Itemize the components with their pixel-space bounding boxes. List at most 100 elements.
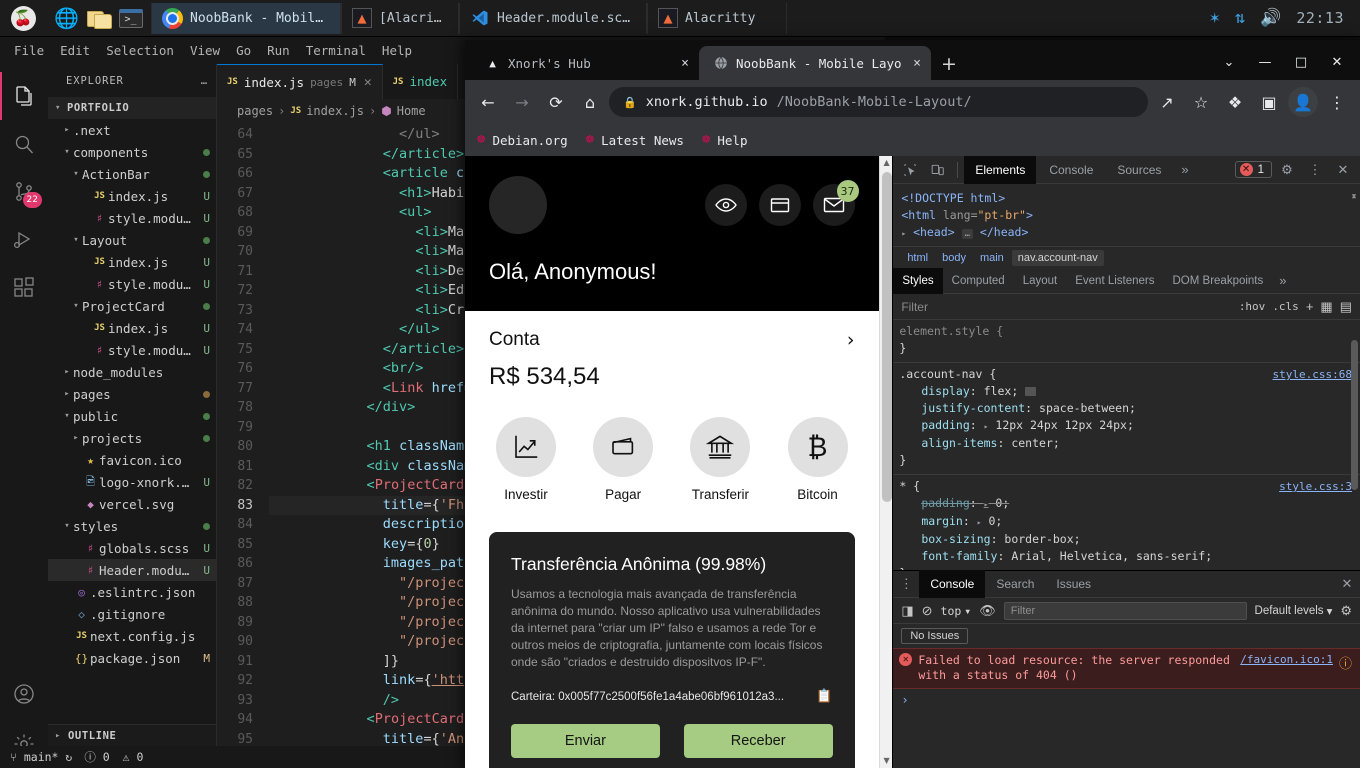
chrome-tab-noobbank[interactable]: NoobBank - Mobile Layo × bbox=[699, 46, 931, 80]
style-rule[interactable]: * {style.css:3 padding: ▸ 0; margin: ▸ 0; b… bbox=[893, 475, 1360, 570]
menu-view[interactable]: View bbox=[190, 43, 220, 58]
css-declaration[interactable]: align-items: center; bbox=[899, 435, 1352, 452]
breadcrumb-symbol[interactable]: Home bbox=[397, 104, 426, 118]
tree-item[interactable]: ▸ .next bbox=[48, 119, 216, 141]
maximize-button[interactable]: □ bbox=[1284, 55, 1318, 70]
tree-item[interactable]: ▾ styles bbox=[48, 515, 216, 537]
new-style-rule-icon[interactable]: + bbox=[1306, 299, 1314, 314]
panel-tab-styles[interactable]: Styles bbox=[893, 267, 943, 294]
bookmark-latest-news[interactable]: ☸ Latest News bbox=[586, 133, 684, 148]
dom-tree[interactable]: <!DOCTYPE html> <html lang="pt-br"> ▸ <hea… bbox=[893, 184, 1360, 246]
send-button[interactable]: Enviar bbox=[511, 724, 660, 759]
close-button[interactable]: ✕ bbox=[1320, 55, 1354, 70]
drawer-tab-issues[interactable]: Issues bbox=[1045, 570, 1102, 598]
dom-line[interactable]: <!DOCTYPE html> bbox=[901, 190, 1360, 207]
panel-tab-dom-breakpoints[interactable]: DOM Breakpoints bbox=[1164, 268, 1273, 294]
error-count-badge[interactable]: ✕ 1 bbox=[1234, 161, 1272, 178]
toggle-balance-button[interactable] bbox=[704, 184, 747, 226]
activitybar-item-run-debug[interactable] bbox=[0, 216, 48, 264]
messages-button[interactable]: 37 bbox=[812, 180, 859, 226]
dom-line[interactable]: <html lang="pt-br"> bbox=[901, 207, 1360, 224]
rule-selector[interactable]: element.style { bbox=[899, 323, 1003, 340]
console-prompt[interactable]: › bbox=[893, 689, 1360, 711]
tree-item[interactable]: ♯ globals.scss U bbox=[48, 537, 216, 559]
reload-button[interactable]: ⟳ bbox=[541, 87, 571, 117]
chevron-right-icon[interactable]: › bbox=[847, 329, 855, 351]
tree-item[interactable]: ▾ ProjectCard bbox=[48, 295, 216, 317]
close-icon[interactable]: ✕ bbox=[1330, 158, 1356, 182]
devtools-tab-console[interactable]: Console bbox=[1038, 156, 1104, 184]
extensions-icon[interactable]: ❖ bbox=[1220, 87, 1250, 117]
breadcrumb-file[interactable]: index.js bbox=[306, 104, 364, 118]
scroll-up-arrow-icon[interactable]: ▲ bbox=[880, 156, 894, 170]
console-context-selector[interactable]: top ▾ bbox=[941, 604, 972, 618]
menu-file[interactable]: File bbox=[14, 43, 44, 58]
tree-item[interactable]: {} package.json M bbox=[48, 647, 216, 669]
drawer-tab-search[interactable]: Search bbox=[985, 570, 1045, 598]
quick-action-transferir[interactable]: Transferir bbox=[683, 417, 757, 502]
breadcrumb-main[interactable]: main bbox=[974, 250, 1010, 266]
element-state-icon[interactable]: ▦ bbox=[1320, 299, 1332, 315]
tree-item[interactable]: ♯ style.modu… U bbox=[48, 273, 216, 295]
panel-tab-layout[interactable]: Layout bbox=[1014, 268, 1067, 294]
quick-action-bitcoin[interactable]: ₿ Bitcoin bbox=[781, 417, 855, 502]
console-error-row[interactable]: ✕ Failed to load resource: the server re… bbox=[893, 648, 1360, 689]
tree-item[interactable]: ▾ Layout bbox=[48, 229, 216, 251]
taskbar-window-noobbank[interactable]: NoobBank - Mobile … bbox=[151, 2, 341, 34]
tree-item[interactable]: ◆ vercel.svg bbox=[48, 493, 216, 515]
css-declaration[interactable]: font-family: Arial, Helvetica, sans-seri… bbox=[899, 548, 1352, 565]
panel-tab-event-listeners[interactable]: Event Listeners bbox=[1066, 268, 1163, 294]
tree-item[interactable]: JS index.js U bbox=[48, 185, 216, 207]
side-panel-icon[interactable]: ▣ bbox=[1254, 87, 1284, 117]
tree-item[interactable]: ▸ projects bbox=[48, 427, 216, 449]
cards-button[interactable] bbox=[758, 184, 801, 226]
sidebar-more-actions[interactable]: … bbox=[201, 75, 208, 87]
breadcrumb-body[interactable]: body bbox=[936, 250, 972, 266]
css-declaration[interactable]: justify-content: space-between; bbox=[899, 400, 1352, 417]
tree-item[interactable]: ♯ Header.modu… U bbox=[48, 559, 216, 581]
console-levels-dropdown[interactable]: Default levels ▾ bbox=[1255, 604, 1333, 618]
close-icon[interactable]: ✕ bbox=[1334, 572, 1360, 596]
css-declaration[interactable]: padding: ▸ 0; bbox=[899, 495, 1352, 513]
tab-search-icon[interactable]: ⌄ bbox=[1212, 55, 1246, 70]
home-button[interactable]: ⌂ bbox=[575, 87, 605, 117]
bookmark-help[interactable]: ☸ Help bbox=[702, 133, 748, 148]
devtools-tab-sources[interactable]: Sources bbox=[1106, 156, 1172, 184]
rule-origin[interactable]: style.css:68 bbox=[1273, 366, 1352, 383]
chrome-tab-close-icon[interactable]: × bbox=[681, 56, 689, 71]
activitybar-item-accounts[interactable] bbox=[0, 672, 48, 720]
activitybar-item-source-control[interactable]: 22 bbox=[0, 168, 48, 216]
status-problems[interactable]: ⓘ 0 ⚠ 0 bbox=[84, 749, 143, 765]
app-launcher-button[interactable]: 🍒 bbox=[0, 5, 46, 31]
share-icon[interactable]: ↗ bbox=[1152, 87, 1182, 117]
chrome-tab-close-icon[interactable]: × bbox=[913, 56, 921, 71]
tree-item[interactable]: ▾ public bbox=[48, 405, 216, 427]
tree-item[interactable]: ◎ .eslintrc.json bbox=[48, 581, 216, 603]
menu-go[interactable]: Go bbox=[236, 43, 251, 58]
style-rule[interactable]: .account-nav {style.css:68 display: flex;… bbox=[893, 363, 1360, 475]
tree-item[interactable]: ▸ pages bbox=[48, 383, 216, 405]
rule-selector[interactable]: * { bbox=[899, 478, 920, 495]
quick-action-investir[interactable]: Investir bbox=[489, 417, 563, 502]
back-button[interactable]: ← bbox=[473, 87, 503, 117]
devtools-more-tabs-icon[interactable]: » bbox=[1174, 162, 1195, 177]
menu-edit[interactable]: Edit bbox=[60, 43, 90, 58]
taskbar-window-alacritty-1[interactable]: ▲ [Alacritty] bbox=[341, 2, 459, 34]
css-declaration[interactable]: box-sizing: border-box; bbox=[899, 531, 1352, 548]
taskbar-window-alacritty-2[interactable]: ▲ Alacritty bbox=[647, 2, 787, 34]
tree-item[interactable]: JS next.config.js bbox=[48, 625, 216, 647]
taskbar-window-vscode[interactable]: Header.module.scss… bbox=[459, 2, 647, 34]
devtools-tab-elements[interactable]: Elements bbox=[964, 155, 1037, 184]
sidebar-toggle-icon[interactable]: ▤ bbox=[1340, 299, 1352, 315]
page-scrollbar[interactable]: ▲ ▼ bbox=[878, 156, 894, 768]
volume-icon[interactable]: 🔊 bbox=[1260, 8, 1281, 28]
styles-filter-input[interactable]: Filter bbox=[901, 300, 1232, 314]
drawer-tab-console[interactable]: Console bbox=[919, 570, 986, 598]
tree-item[interactable]: ▸ node_modules bbox=[48, 361, 216, 383]
receive-button[interactable]: Receber bbox=[683, 724, 833, 759]
expand-triangle-icon[interactable]: ▸ bbox=[984, 422, 989, 431]
editor-tab-close-icon[interactable]: ✕ bbox=[364, 75, 372, 90]
tree-item[interactable]: ♯ style.modu… U bbox=[48, 339, 216, 361]
panel-tab-computed[interactable]: Computed bbox=[943, 268, 1014, 294]
panel-more-tabs-icon[interactable]: » bbox=[1272, 273, 1293, 288]
